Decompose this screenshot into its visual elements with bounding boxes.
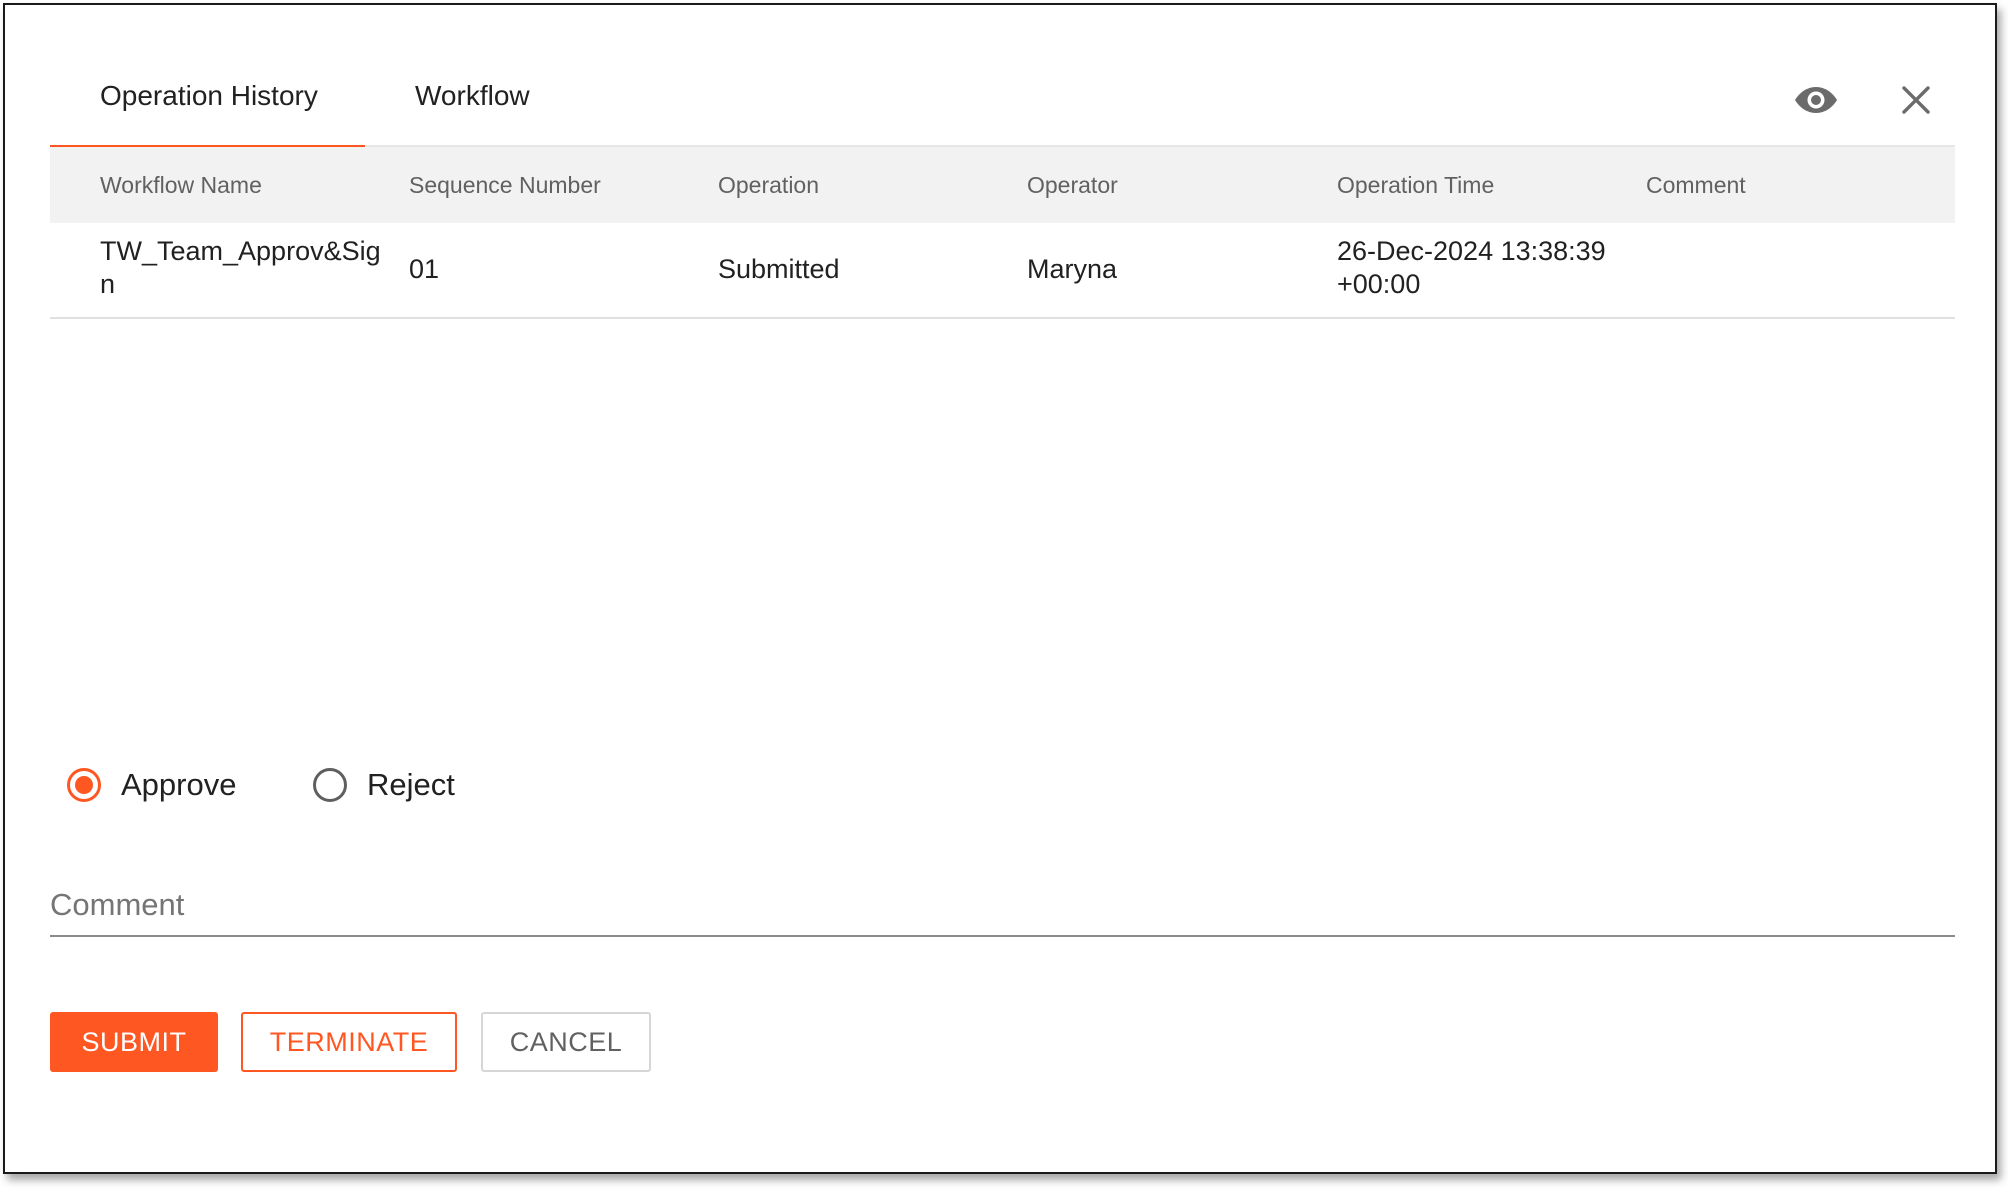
reject-label: Reject xyxy=(367,767,455,802)
table-row: TW_Team_Approv&Sign 01 Submitted Maryna … xyxy=(50,223,1955,319)
radio-checked-icon xyxy=(67,768,101,802)
close-button[interactable] xyxy=(1891,75,1941,125)
column-header-operation-time: Operation Time xyxy=(1337,172,1495,198)
terminate-button[interactable]: TERMINATE xyxy=(241,1012,457,1072)
view-button[interactable] xyxy=(1791,75,1841,125)
cell-workflow-name: TW_Team_Approv&Sign xyxy=(100,236,381,299)
operation-history-table: Workflow Name Sequence Number Operation … xyxy=(50,147,1955,319)
cell-operation: Submitted xyxy=(718,254,840,284)
column-header-sequence-number: Sequence Number xyxy=(409,172,601,198)
close-icon xyxy=(1902,86,1930,114)
tab-label: Operation History xyxy=(100,80,318,111)
eye-icon xyxy=(1795,87,1837,113)
cell-operator: Maryna xyxy=(1027,254,1118,284)
submit-button[interactable]: SUBMIT xyxy=(50,1012,218,1072)
tab-workflow[interactable]: Workflow xyxy=(365,65,680,145)
table-header: Workflow Name Sequence Number Operation … xyxy=(50,147,1955,223)
tab-operation-history[interactable]: Operation History xyxy=(50,65,365,149)
column-header-workflow-name: Workflow Name xyxy=(100,172,262,198)
tab-bar: Operation History Workflow xyxy=(50,65,1955,149)
approve-label: Approve xyxy=(121,767,237,802)
tab-label: Workflow xyxy=(415,80,530,111)
workflow-dialog: Operation History Workflow Workflow Name… xyxy=(3,3,1997,1174)
comment-input[interactable] xyxy=(50,875,1955,937)
column-header-operation: Operation xyxy=(718,172,820,198)
column-header-comment: Comment xyxy=(1646,172,1746,198)
cancel-button[interactable]: CANCEL xyxy=(481,1012,651,1072)
approve-radio[interactable]: Approve xyxy=(67,763,236,807)
cell-sequence-number: 01 xyxy=(409,254,440,284)
radio-unchecked-icon xyxy=(313,768,347,802)
reject-radio[interactable]: Reject xyxy=(313,763,455,807)
cell-operation-time: 26-Dec-2024 13:38:39 +00:00 xyxy=(1337,236,1606,299)
column-header-operator: Operator xyxy=(1027,172,1118,198)
